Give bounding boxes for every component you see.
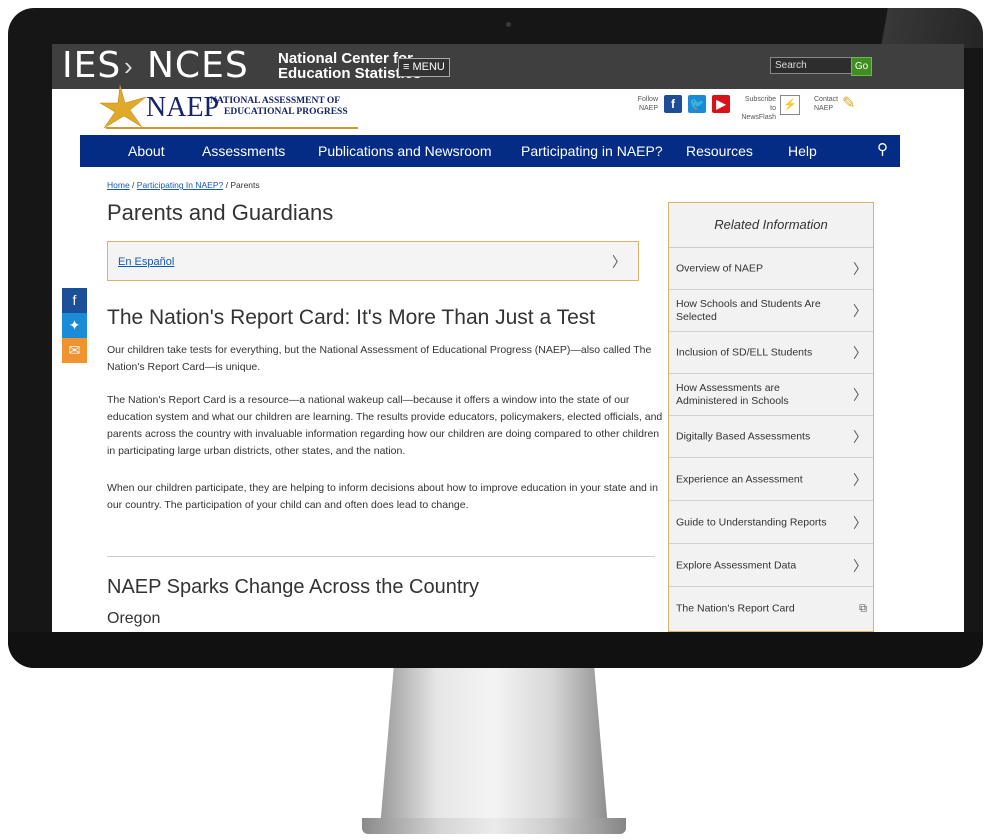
search-placeholder: Search [775,60,807,71]
twitter-icon[interactable]: 🐦 [688,95,706,113]
chevron-right-icon: 〉 [853,557,867,574]
facebook-icon[interactable]: f [664,95,682,113]
chevron-right-icon: 〉 [853,471,867,488]
follow-label: Follow NAEP [628,95,658,113]
ies-logo[interactable]: IES [62,46,121,86]
subscribe-label[interactable]: Subscribe to NewsFlash [738,95,776,122]
share-email-icon[interactable]: ✉ [62,338,87,363]
search-input[interactable]: Search [770,57,852,74]
browser-screen: IES › NCES National Center for Education… [52,44,964,632]
webcam-icon [506,22,511,27]
related-item-label: Inclusion of SD/ELL Students [676,346,813,358]
section-heading-sparks: NAEP Sparks Change Across the Country [107,576,480,598]
related-item[interactable]: Digitally Based Assessments 〉 [669,416,873,458]
monitor-chin [8,632,983,668]
related-information-panel: Related Information Overview of NAEP 〉 Ho… [668,202,874,632]
external-link-icon: ⧉ [859,602,867,615]
related-item[interactable]: Overview of NAEP 〉 [669,248,873,290]
subscribe-line1: Subscribe to [744,96,776,112]
related-item-label: Digitally Based Assessments [676,430,811,442]
contact-line2: NAEP [814,105,834,112]
follow-line1: Follow [637,96,658,103]
related-item-label: The Nation's Report Card [676,602,795,615]
breadcrumb-sep: / [129,180,137,190]
nav-about[interactable]: About [128,135,165,167]
chevron-right-icon: 〉 [853,302,867,319]
naep-logo-underline [106,127,358,129]
chevron-right-icon: 〉 [853,514,867,531]
follow-line2: NAEP [638,105,658,112]
related-title: Related Information [669,203,873,248]
monitor-stand-base [362,818,626,834]
monitor-glare [843,8,983,48]
nav-help[interactable]: Help [788,135,817,167]
chevron-right-icon: 〉 [612,254,626,270]
related-item[interactable]: Experience an Assessment 〉 [669,459,873,501]
related-item-label: Overview of NAEP [676,262,763,274]
chevron-right-icon: 〉 [853,260,867,277]
breadcrumb-home[interactable]: Home [107,180,130,190]
menu-button[interactable]: ≡ MENU [398,58,450,77]
espanol-link[interactable]: En Español [118,256,174,268]
related-item-label: How Schools and Students Are Selected [676,297,821,323]
share-twitter-icon[interactable]: ✦ [62,313,87,338]
nav-resources[interactable]: Resources [686,135,753,167]
chevron-right-icon: 〉 [853,344,867,361]
contact-line1: Contact [814,96,839,103]
nav-search-icon[interactable]: ⚲ [877,135,888,165]
ies-top-bar: IES › NCES National Center for Education… [52,44,964,89]
naep-logo-text[interactable]: NAEP [146,93,219,123]
section-divider [107,556,655,557]
related-item[interactable]: Explore Assessment Data 〉 [669,545,873,587]
ies-separator: › [124,51,133,81]
related-item-label: Explore Assessment Data [676,559,797,571]
breadcrumb: Home / Participating In NAEP? / Parents [107,180,260,190]
breadcrumb-participating[interactable]: Participating In NAEP? [137,180,223,190]
related-item[interactable]: Inclusion of SD/ELL Students 〉 [669,332,873,374]
related-item[interactable]: The Nation's Report Card ⧉ [669,588,873,630]
paragraph-2: The Nation's Report Card is a resource—a… [107,394,663,457]
youtube-icon[interactable]: ▶ [712,95,730,113]
related-item-label: Guide to Understanding Reports [676,516,827,528]
naep-header: NAEP NATIONAL ASSESSMENT OF EDUCATIONAL … [52,84,964,135]
section-heading-report-card: The Nation's Report Card: It's More Than… [107,306,596,329]
subscribe-line2: NewsFlash [741,114,776,121]
page-title: Parents and Guardians [107,200,334,225]
nav-participating[interactable]: Participating in NAEP? [521,135,663,167]
naep-sub-line1: NATIONAL ASSESSMENT OF [210,96,341,106]
naep-sub-line2: EDUCATIONAL PROGRESS [224,107,348,117]
breadcrumb-current: Parents [230,180,260,190]
paragraph-1: Our children take tests for everything, … [107,344,652,373]
monitor-stand [380,668,608,828]
paragraph-3: When our children participate, they are … [107,482,658,511]
newsflash-icon[interactable]: ⚡ [780,95,800,115]
related-item[interactable]: How Schools and Students Are Selected 〉 [669,290,873,332]
nav-assessments[interactable]: Assessments [202,135,285,167]
chevron-right-icon: 〉 [853,428,867,445]
contact-pencil-icon[interactable]: ✎ [842,95,860,113]
related-item-label: How Assessments are Administered in Scho… [676,381,789,407]
naep-logo-subtitle: NATIONAL ASSESSMENT OF EDUCATIONAL PROGR… [210,96,348,118]
contact-label[interactable]: Contact NAEP [814,95,840,113]
related-item-label: Experience an Assessment [676,473,803,485]
nces-logo[interactable]: NCES [147,46,249,86]
related-item[interactable]: How Assessments are Administered in Scho… [669,374,873,416]
nav-publications[interactable]: Publications and Newsroom [318,135,492,167]
chevron-right-icon: 〉 [853,386,867,403]
espanol-link-box[interactable]: En Español 〉 [107,241,639,281]
main-nav: About Assessments Publications and Newsr… [80,135,900,167]
subheading-oregon: Oregon [107,610,161,627]
share-facebook-icon[interactable]: f [62,288,87,313]
related-item[interactable]: Guide to Understanding Reports 〉 [669,502,873,544]
go-button[interactable]: Go [851,57,872,76]
